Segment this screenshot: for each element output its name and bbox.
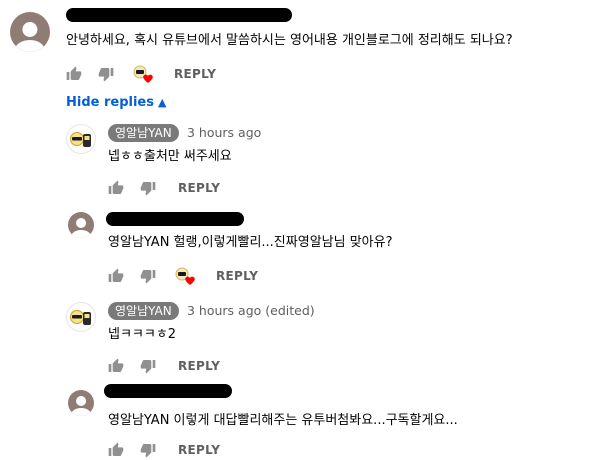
commenter-avatar[interactable] — [68, 212, 94, 238]
reply-comment: 영알남YAN 3 hours ago (edited) 넵ㅋㅋㅋㅎ2 REPLY — [0, 300, 598, 380]
thumb-up-icon[interactable] — [108, 358, 124, 374]
thumb-up-icon[interactable] — [108, 180, 124, 196]
comment-text: 안녕하세요, 혹시 유튜브에서 말씀하시는 영어내용 개인블로그에 정리해도 되… — [66, 33, 513, 48]
thumb-up-icon[interactable] — [108, 442, 124, 458]
creator-heart-icon — [175, 267, 195, 285]
comment-thread: 안녕하세요, 혹시 유튜브에서 말씀하시는 영어내용 개인블로그에 정리해도 되… — [0, 0, 598, 458]
thumb-up-icon[interactable] — [66, 66, 82, 82]
reply-comment: 영알남YAN 헐랭,이렇게빨리...진짜영알남님 맞아유? REPLY — [0, 206, 598, 292]
reply-button[interactable]: REPLY — [178, 178, 220, 198]
comment-action-bar: REPLY — [108, 356, 258, 376]
reply-button[interactable]: REPLY — [174, 64, 216, 84]
comment-action-bar: REPLY — [108, 178, 258, 198]
comment-text: 넵ㅎㅎ출처만 써주세요 — [108, 149, 232, 164]
comment-timestamp[interactable]: 3 hours ago (edited) — [187, 302, 315, 320]
redacted-author-name — [66, 8, 292, 22]
thumb-down-icon[interactable] — [98, 66, 114, 82]
top-comment: 안녕하세요, 혹시 유튜브에서 말씀하시는 영어내용 개인블로그에 정리해도 되… — [0, 0, 598, 90]
comment-text: 영알남YAN 이렇게 대답빨리해주는 유투버첨봐요...구독할게요... — [108, 413, 458, 428]
redacted-author-name — [104, 384, 232, 398]
chevron-up-icon: ▲ — [158, 96, 167, 109]
thumb-down-icon[interactable] — [140, 442, 156, 458]
thumb-up-icon[interactable] — [108, 268, 124, 284]
comment-action-bar: REPLY — [108, 266, 278, 286]
comment-text: 영알남YAN 헐랭,이렇게빨리...진짜영알남님 맞아유? — [108, 235, 393, 250]
redacted-author-name — [106, 212, 244, 226]
channel-owner-badge[interactable]: 영알남YAN — [108, 302, 179, 320]
thumb-down-icon[interactable] — [140, 180, 156, 196]
thumb-down-icon[interactable] — [140, 268, 156, 284]
channel-avatar[interactable] — [66, 302, 96, 332]
thumb-down-icon[interactable] — [140, 358, 156, 374]
reply-button[interactable]: REPLY — [216, 266, 258, 286]
comment-timestamp[interactable]: 3 hours ago — [187, 124, 261, 142]
comment-action-bar: REPLY — [108, 440, 258, 460]
reply-comment: 영알남YAN 이렇게 대답빨리해주는 유투버첨봐요...구독할게요... REP… — [0, 382, 598, 458]
reply-button[interactable]: REPLY — [178, 356, 220, 376]
reply-comment: 영알남YAN 3 hours ago 넵ㅎㅎ출처만 써주세요 REPLY — [0, 120, 598, 200]
channel-avatar[interactable] — [66, 124, 96, 154]
channel-owner-badge[interactable]: 영알남YAN — [108, 124, 179, 142]
hide-replies-button[interactable]: Hide replies ▲ — [66, 94, 166, 112]
creator-heart-icon — [133, 65, 153, 83]
commenter-avatar[interactable] — [10, 12, 50, 52]
reply-button[interactable]: REPLY — [178, 440, 220, 460]
comment-text: 넵ㅋㅋㅋㅎ2 — [108, 327, 177, 342]
commenter-avatar[interactable] — [68, 390, 94, 416]
hide-replies-label: Hide replies — [66, 95, 154, 110]
comment-action-bar: REPLY — [66, 64, 266, 84]
